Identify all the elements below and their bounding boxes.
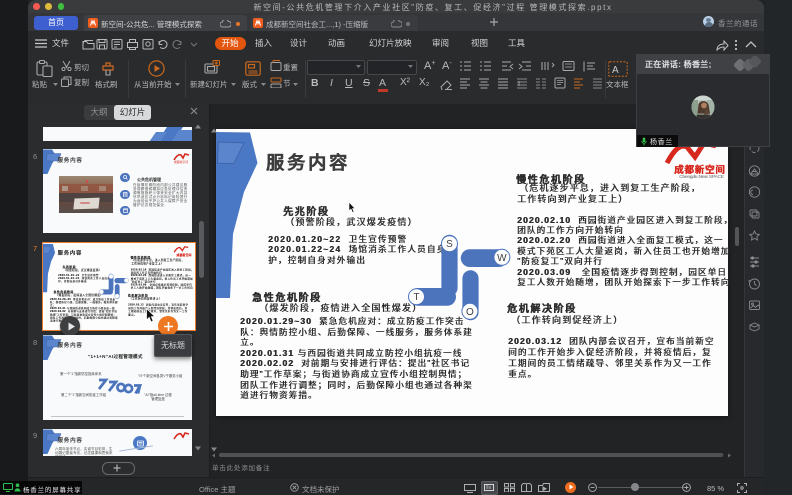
svg-text:O: O bbox=[466, 307, 474, 318]
svg-text:T: T bbox=[413, 292, 419, 303]
svg-text:A: A bbox=[612, 65, 619, 76]
svg-text:W: W bbox=[497, 253, 507, 264]
svg-text:S: S bbox=[446, 239, 453, 250]
